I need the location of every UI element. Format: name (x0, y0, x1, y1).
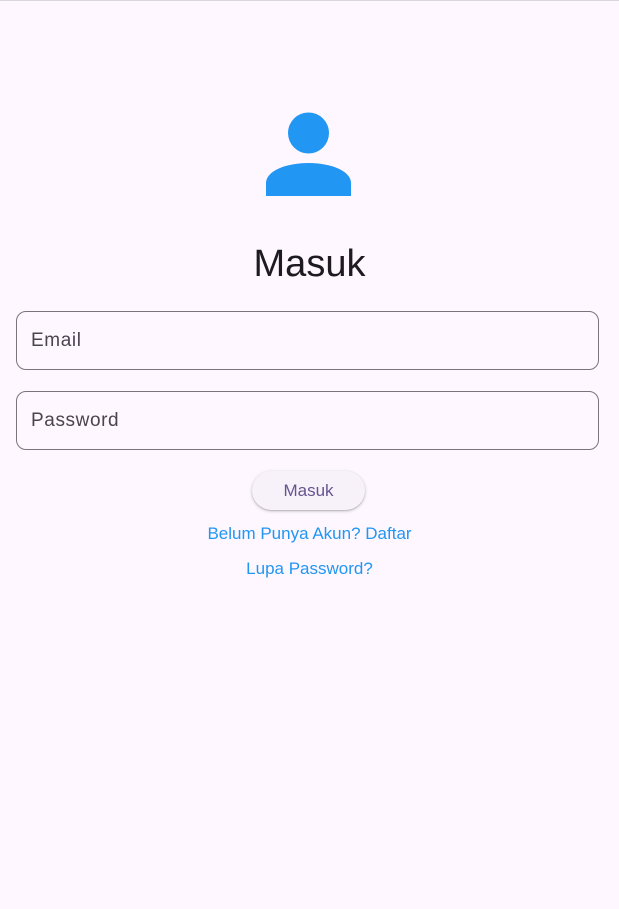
password-field[interactable] (16, 391, 599, 450)
forgot-password-link[interactable]: Lupa Password? (0, 558, 619, 580)
email-field[interactable] (16, 311, 599, 370)
page-title: Masuk (253, 243, 366, 285)
top-divider (0, 0, 619, 1)
register-link[interactable]: Belum Punya Akun? Daftar (0, 523, 619, 545)
email-input[interactable] (17, 312, 598, 369)
person-icon (266, 112, 351, 196)
login-button[interactable]: Masuk (252, 471, 365, 510)
password-input[interactable] (17, 392, 598, 449)
